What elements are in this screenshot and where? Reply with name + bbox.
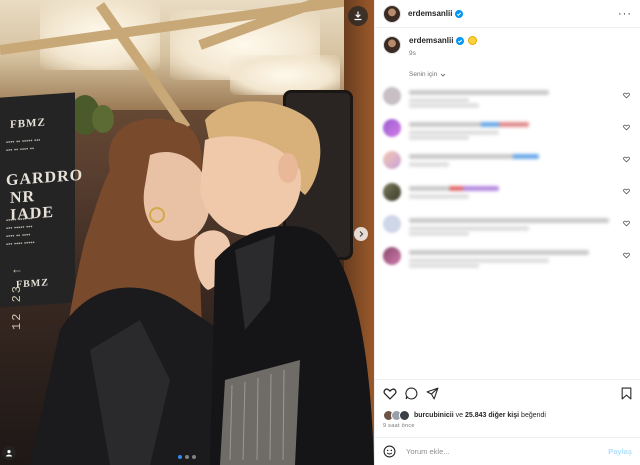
liker-avatars [383,409,410,421]
comments-section: erdemsanlii 9s Senin için [375,28,640,379]
share-button[interactable] [426,387,439,400]
verified-badge-icon [455,9,464,18]
more-options-icon[interactable]: ··· [618,8,632,20]
heart-icon[interactable] [623,92,630,99]
translation-toggle[interactable]: Senin için [409,71,632,78]
comment-item [383,183,632,201]
author-username[interactable]: erdemsanlii [408,9,452,18]
post-caption: erdemsanlii 9s [383,36,632,57]
download-icon [354,11,362,21]
post-actions-bar [375,379,640,407]
liked-by-username[interactable]: burcubinicii [414,412,454,419]
like-button[interactable] [383,387,397,401]
translation-label: Senin için [409,71,438,78]
heart-icon[interactable] [623,156,630,163]
liker-avatar[interactable] [399,409,410,421]
carousel-dot [192,455,196,459]
comment-item [383,151,632,169]
post-side-panel: erdemsanlii ··· erdemsanlii 9s Senin içi… [374,0,640,465]
heart-icon[interactable] [623,124,630,131]
carousel-indicator [178,455,196,459]
post-photo[interactable]: FBMZ •••• •• ••••• ••• ••• •• •••• •• GAR… [0,0,374,465]
commenter-avatar[interactable] [383,87,401,105]
likes-suffix: beğendi [521,411,546,419]
caption-username[interactable]: erdemsanlii [409,36,453,45]
comment-item [383,215,632,236]
photo-date-stamp: 12 23 ↑ [10,265,24,330]
save-button[interactable] [621,387,632,400]
grinning-face-emoji-icon [468,36,478,45]
commenter-avatar[interactable] [383,183,401,201]
paper-plane-icon [426,387,439,400]
likes-others-label[interactable]: diğer kişi [488,412,519,419]
likes-summary: burcubinicii ve 25.843 diğer kişi beğend… [375,407,640,423]
carousel-dot [185,455,189,459]
comment-button[interactable] [405,387,418,400]
add-comment-bar: Paylaş [375,437,640,465]
likes-count[interactable]: 25.843 [465,412,486,419]
likes-connector: ve [455,411,464,419]
heart-icon[interactable] [623,188,630,195]
smiley-icon [383,445,396,458]
comment-input[interactable] [406,447,609,456]
post-header: erdemsanlii ··· [375,0,640,28]
post-comment-button[interactable]: Paylaş [608,447,632,456]
caption-time: 9s [409,50,416,57]
couple-figure [30,101,374,465]
comment-item [383,87,632,108]
verified-badge-icon [456,36,465,45]
instagram-post: FBMZ •••• •• ••••• ••• ••• •• •••• •• GAR… [0,0,640,465]
chevron-down-icon [440,73,446,77]
chevron-right-icon [359,231,364,237]
tagged-people-button[interactable] [2,446,16,460]
bookmark-icon [621,387,632,400]
commenter-avatar[interactable] [383,247,401,265]
carousel-next-button[interactable] [354,227,368,241]
author-avatar[interactable] [383,4,401,23]
commenter-avatar[interactable] [383,119,401,137]
emoji-button[interactable] [383,445,396,458]
commenter-avatar[interactable] [383,215,401,233]
heart-icon[interactable] [623,220,630,227]
download-button[interactable] [348,6,368,26]
commenter-avatar[interactable] [383,151,401,169]
post-time[interactable]: 9 saat önce [375,423,640,437]
comment-item [383,247,632,268]
heart-icon[interactable] [623,252,630,259]
heart-icon [383,387,397,400]
caption-avatar[interactable] [383,36,401,54]
comment-item [383,119,632,140]
carousel-dot [178,455,182,459]
person-icon [6,450,12,457]
comment-bubble-icon [405,387,418,400]
